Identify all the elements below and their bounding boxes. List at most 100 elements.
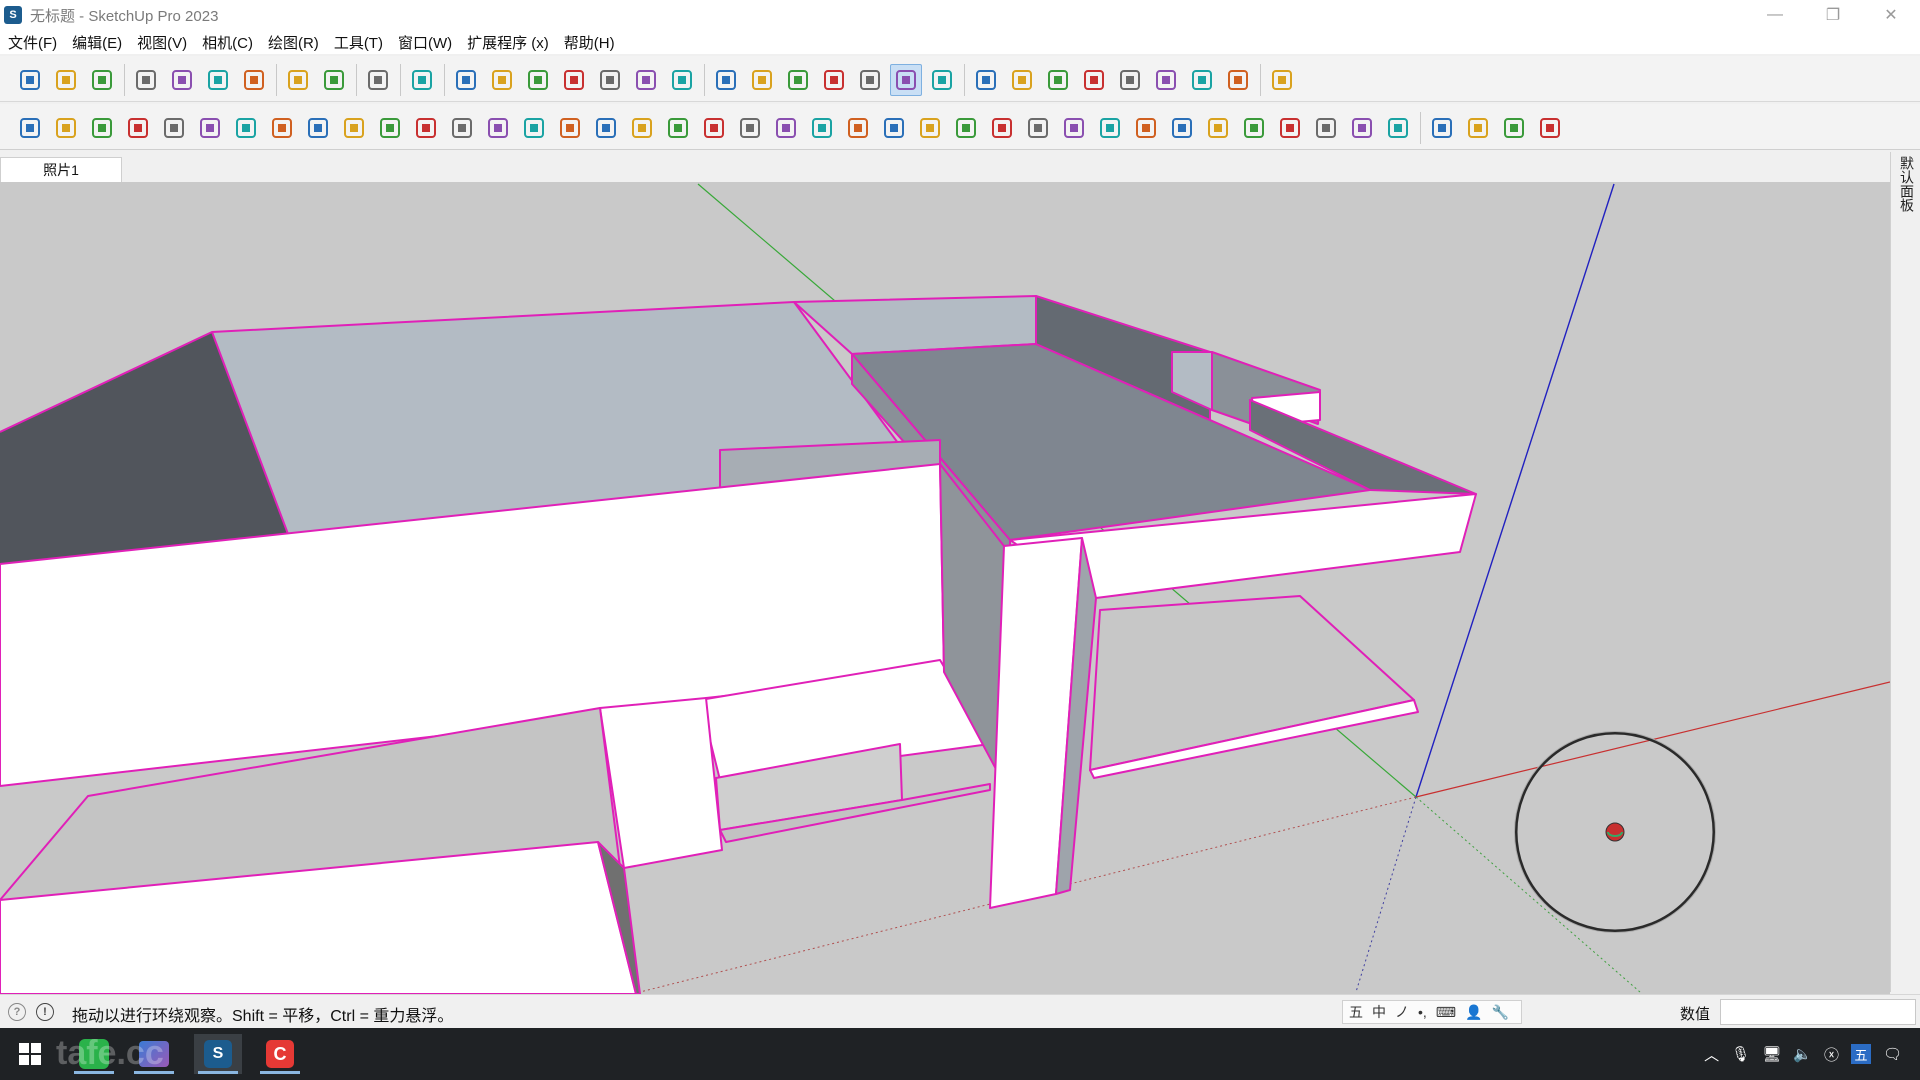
ext-box-blue-icon[interactable] bbox=[14, 112, 46, 144]
axes-icon[interactable] bbox=[1006, 64, 1038, 96]
ext-table-icon[interactable] bbox=[302, 112, 334, 144]
ext-star-icon[interactable] bbox=[842, 112, 874, 144]
menu-item-6[interactable]: 窗口(W) bbox=[398, 32, 452, 53]
scene-tab-photo1[interactable]: 照片1 bbox=[0, 157, 122, 182]
tape-icon[interactable] bbox=[1114, 64, 1146, 96]
instructor-icon[interactable]: ! bbox=[36, 1003, 54, 1021]
menu-item-3[interactable]: 相机(C) bbox=[202, 32, 253, 53]
protractor-icon[interactable] bbox=[1150, 64, 1182, 96]
red-app-icon[interactable]: C bbox=[256, 1034, 304, 1074]
ext-cube4-icon[interactable] bbox=[1058, 112, 1090, 144]
cut-icon[interactable] bbox=[130, 64, 162, 96]
ext-flag-icon[interactable] bbox=[338, 112, 370, 144]
ext-gem-icon[interactable] bbox=[1094, 112, 1126, 144]
ext-line-icon[interactable] bbox=[1462, 112, 1494, 144]
ext-window-icon[interactable] bbox=[1238, 112, 1270, 144]
menu-item-5[interactable]: 工具(T) bbox=[334, 32, 383, 53]
ext-curve-icon[interactable] bbox=[1346, 112, 1378, 144]
ext-arc-icon[interactable] bbox=[1426, 112, 1458, 144]
minimize-icon[interactable]: — bbox=[1746, 0, 1804, 30]
ext-arc-red-icon[interactable] bbox=[914, 112, 946, 144]
menu-item-2[interactable]: 视图(V) bbox=[137, 32, 187, 53]
ime-icon[interactable]: 五 bbox=[1850, 1044, 1871, 1064]
geo-location-icon[interactable]: ? bbox=[8, 1003, 26, 1021]
ext-twist-icon[interactable] bbox=[770, 112, 802, 144]
ext-plane-red-icon[interactable] bbox=[158, 112, 190, 144]
undo-icon[interactable] bbox=[282, 64, 314, 96]
ext-cube3-icon[interactable] bbox=[1022, 112, 1054, 144]
ime-toolbar[interactable]: 五中ノ •, ⌨ 👤 🔧 bbox=[1342, 1000, 1522, 1024]
windows-start-icon[interactable] bbox=[6, 1034, 54, 1074]
ext-layout-icon[interactable] bbox=[1382, 112, 1414, 144]
open-icon[interactable] bbox=[50, 64, 82, 96]
paste-icon[interactable] bbox=[202, 64, 234, 96]
sketchup-taskbar-icon[interactable]: S bbox=[194, 1034, 242, 1074]
redo-icon[interactable] bbox=[318, 64, 350, 96]
menu-item-8[interactable]: 帮助(H) bbox=[564, 32, 615, 53]
ext-cross-red-icon[interactable] bbox=[518, 112, 550, 144]
new-icon[interactable] bbox=[14, 64, 46, 96]
ext-cube2-icon[interactable] bbox=[986, 112, 1018, 144]
chevron-up-icon[interactable]: ︿ bbox=[1704, 1044, 1719, 1065]
ime-item-1[interactable]: 中 bbox=[1372, 1002, 1386, 1022]
ext-scatter-icon[interactable] bbox=[1310, 112, 1342, 144]
ext-corner-icon[interactable] bbox=[446, 112, 478, 144]
erase-icon[interactable] bbox=[238, 64, 270, 96]
ime-item-3[interactable]: •, bbox=[1418, 1004, 1427, 1020]
ext-spiral-icon[interactable] bbox=[734, 112, 766, 144]
ext-cone-icon[interactable] bbox=[626, 112, 658, 144]
ext-hatch-icon[interactable] bbox=[1202, 112, 1234, 144]
ext-mountain-icon[interactable] bbox=[662, 112, 694, 144]
save-icon[interactable] bbox=[86, 64, 118, 96]
ext-cross-green-icon[interactable] bbox=[554, 112, 586, 144]
ext-cube-icon[interactable] bbox=[878, 112, 910, 144]
ime-item-6[interactable]: 🔧 bbox=[1491, 1004, 1508, 1021]
iso-view-icon[interactable] bbox=[450, 64, 482, 96]
ext-grid-icon[interactable] bbox=[1130, 112, 1162, 144]
ext-triangle-icon[interactable] bbox=[698, 112, 730, 144]
ime-item-4[interactable]: ⌨ bbox=[1436, 1004, 1456, 1021]
default-tray-label[interactable]: 默认面板 bbox=[1897, 156, 1917, 212]
ime-item-5[interactable]: 👤 bbox=[1465, 1004, 1482, 1021]
top-view-icon[interactable] bbox=[486, 64, 518, 96]
xray-icon[interactable] bbox=[710, 64, 742, 96]
ext-puzzle-icon[interactable] bbox=[950, 112, 982, 144]
bottom-view-icon[interactable] bbox=[666, 64, 698, 96]
restore-icon[interactable]: ❐ bbox=[1804, 0, 1862, 30]
push-pull-icon[interactable] bbox=[1042, 64, 1074, 96]
ext-plane-white-icon[interactable] bbox=[194, 112, 226, 144]
ime-item-0[interactable]: 五 bbox=[1349, 1002, 1363, 1022]
mic-icon[interactable]: 🎙 bbox=[1731, 1045, 1750, 1063]
ime-item-2[interactable]: ノ bbox=[1395, 1002, 1409, 1022]
menu-item-4[interactable]: 绘图(R) bbox=[268, 32, 319, 53]
ext-frame-icon[interactable] bbox=[1166, 112, 1198, 144]
ext-rotate-icon[interactable] bbox=[806, 112, 838, 144]
model-viewport[interactable] bbox=[0, 182, 1890, 994]
shaded-textures-icon[interactable] bbox=[890, 64, 922, 96]
notification-icon[interactable]: 🗨 bbox=[1883, 1045, 1902, 1063]
section-plane-icon[interactable] bbox=[970, 64, 1002, 96]
ext-box-brown-icon[interactable] bbox=[374, 112, 406, 144]
ext-red-square-icon[interactable] bbox=[266, 112, 298, 144]
volume-icon[interactable]: 🔈 bbox=[1793, 1045, 1812, 1063]
ext-lathe-icon[interactable] bbox=[230, 112, 262, 144]
move-icon[interactable] bbox=[1078, 64, 1110, 96]
ext-plane-blue-icon[interactable] bbox=[50, 112, 82, 144]
ruby-icon[interactable] bbox=[1266, 64, 1298, 96]
back-view-icon[interactable] bbox=[594, 64, 626, 96]
right-view-icon[interactable] bbox=[558, 64, 590, 96]
ext-grid2-icon[interactable] bbox=[1274, 112, 1306, 144]
model-canvas[interactable] bbox=[0, 182, 1890, 994]
ext-link-icon[interactable] bbox=[410, 112, 442, 144]
measurements-input[interactable] bbox=[1720, 999, 1916, 1025]
ext-nodes-icon[interactable] bbox=[482, 112, 514, 144]
copy-icon[interactable] bbox=[166, 64, 198, 96]
wireframe-icon[interactable] bbox=[782, 64, 814, 96]
model-info-icon[interactable] bbox=[406, 64, 438, 96]
monochrome-icon[interactable] bbox=[926, 64, 958, 96]
menu-item-7[interactable]: 扩展程序 (x) bbox=[467, 32, 549, 53]
menu-item-1[interactable]: 编辑(E) bbox=[72, 32, 122, 53]
ext-cross-blue-icon[interactable] bbox=[590, 112, 622, 144]
ext-plane-yellow-icon[interactable] bbox=[86, 112, 118, 144]
follow-me-icon[interactable] bbox=[1222, 64, 1254, 96]
